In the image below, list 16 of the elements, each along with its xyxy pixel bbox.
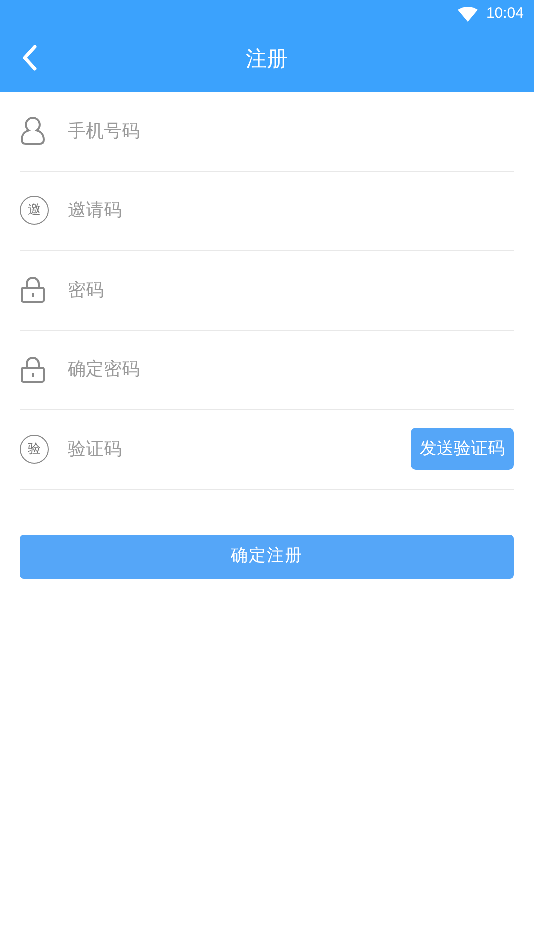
back-icon [22,45,38,71]
page-title: 注册 [246,46,288,74]
send-code-button[interactable]: 发送验证码 [411,428,514,470]
input-field[interactable]: 确定密码 [68,350,514,390]
register-button[interactable]: 确定注册 [20,534,514,578]
badge-icon: 邀 [20,196,49,226]
wifi-icon [458,6,478,22]
person-icon [20,116,46,146]
input-field[interactable]: 手机号码 [68,111,514,152]
lock-icon [20,276,46,304]
input-field[interactable]: 密码 [68,270,514,310]
lock-icon [20,356,46,384]
input-field[interactable]: 邀请码 [68,190,514,231]
status-time: 10:04 [486,4,524,24]
badge-icon: 验 [20,434,49,464]
input-field[interactable]: 验证码 [68,429,411,470]
